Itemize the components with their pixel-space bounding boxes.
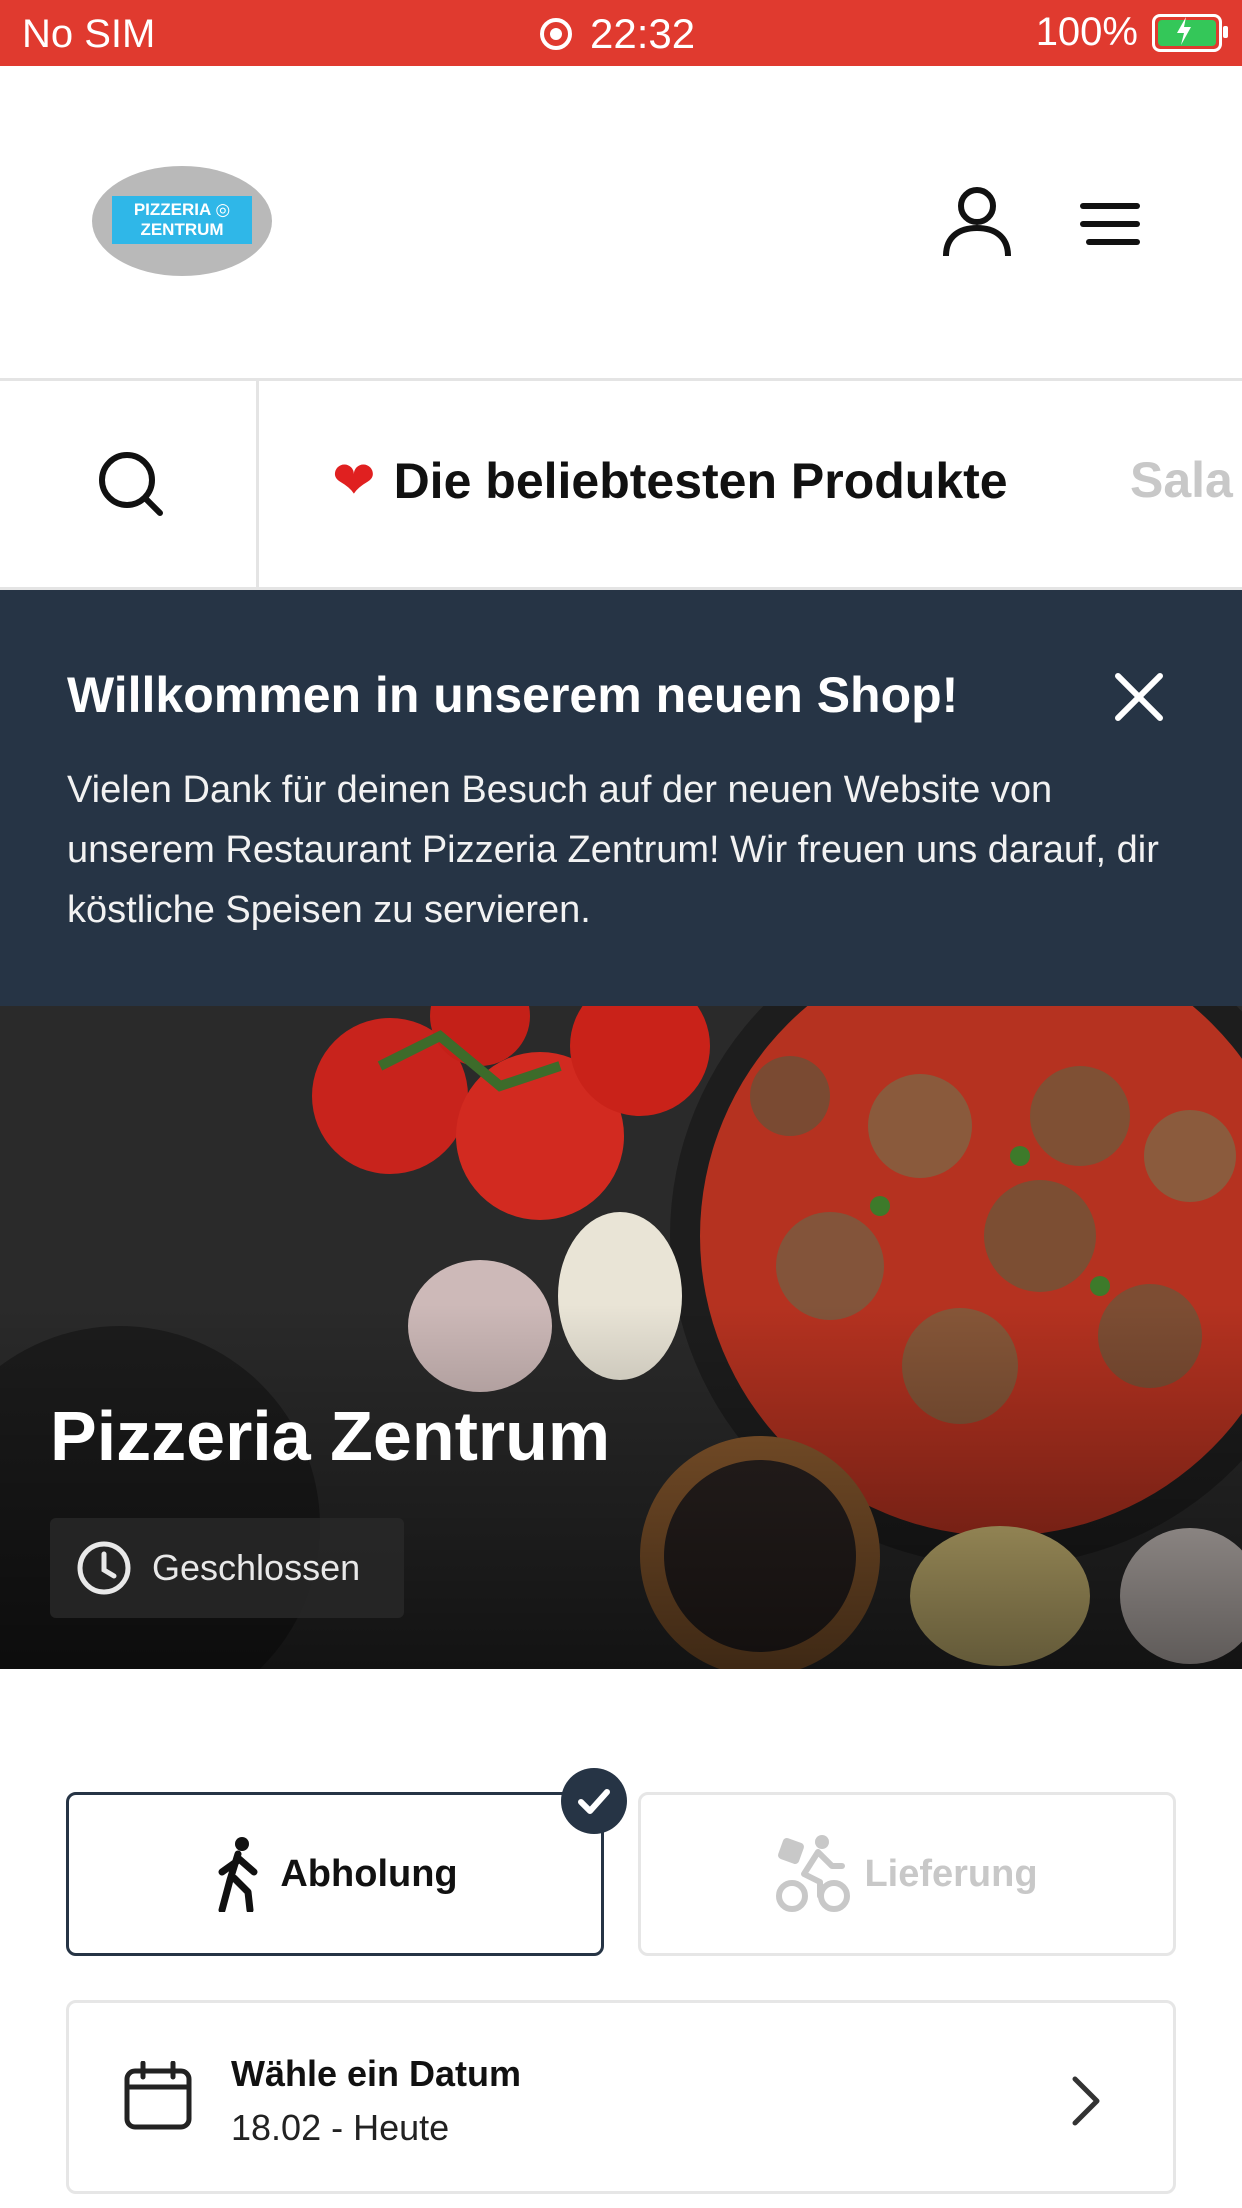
tab-popular-label: Die beliebtesten Produkte [393,453,1008,509]
welcome-banner: Willkommen in unserem neuen Shop! Vielen… [0,590,1242,1006]
battery-icon [1152,13,1228,52]
battery-percent: 100% [1035,10,1138,54]
date-picker[interactable]: Wähle ein Datum 18.02 - Heute [66,2000,1176,2194]
menu-icon[interactable] [1078,201,1142,247]
pickup-option[interactable]: Abholung [66,1792,604,1956]
site-header: PIZZERIA ◎ ZENTRUM [0,66,1242,381]
walking-icon [218,1837,258,1912]
delivery-option[interactable]: Lieferung [638,1792,1176,1956]
date-picker-title: Wähle ein Datum [231,2053,522,2094]
search-icon [99,452,163,516]
date-picker-value: 18.02 - Heute [231,2107,450,2148]
clock: 22:32 [540,10,695,58]
tab-popular-products[interactable]: ❤ Die beliebtesten Produkte [332,451,1008,511]
logo-badge: PIZZERIA ◎ ZENTRUM [112,196,252,244]
carrier-label: No SIM [22,12,156,56]
delivery-label: Lieferung [864,1852,1038,1895]
category-bar: ❤ Die beliebtesten Produkte Sala [0,381,1242,590]
heart-icon: ❤ [332,452,376,510]
bicycle-courier-icon [776,1835,851,1912]
chevron-right-icon [1072,2076,1100,2126]
pickup-label: Abholung [280,1852,458,1895]
hero-image: Pizzeria Zentrum Geschlossen [0,1006,1242,1669]
tab-salads[interactable]: Sala [1130,451,1233,509]
screen-record-icon [540,18,572,50]
clock-icon [77,1541,131,1595]
status-bar: No SIM 22:32 100% [0,0,1242,66]
selected-check-icon [561,1768,627,1834]
welcome-title: Willkommen in unserem neuen Shop! [67,667,959,723]
time-label: 22:32 [590,10,696,57]
user-icon[interactable] [940,184,1014,258]
opening-status: Geschlossen [50,1518,404,1618]
restaurant-name: Pizzeria Zentrum [50,1397,611,1475]
calendar-icon [124,2061,192,2130]
search-button[interactable] [0,381,259,587]
battery-status: 100% [1035,10,1228,55]
restaurant-logo[interactable]: PIZZERIA ◎ ZENTRUM [92,166,272,276]
opening-status-label: Geschlossen [152,1547,361,1588]
welcome-text: Vielen Dank für deinen Besuch auf der ne… [67,769,1159,931]
close-icon[interactable] [1112,670,1166,724]
